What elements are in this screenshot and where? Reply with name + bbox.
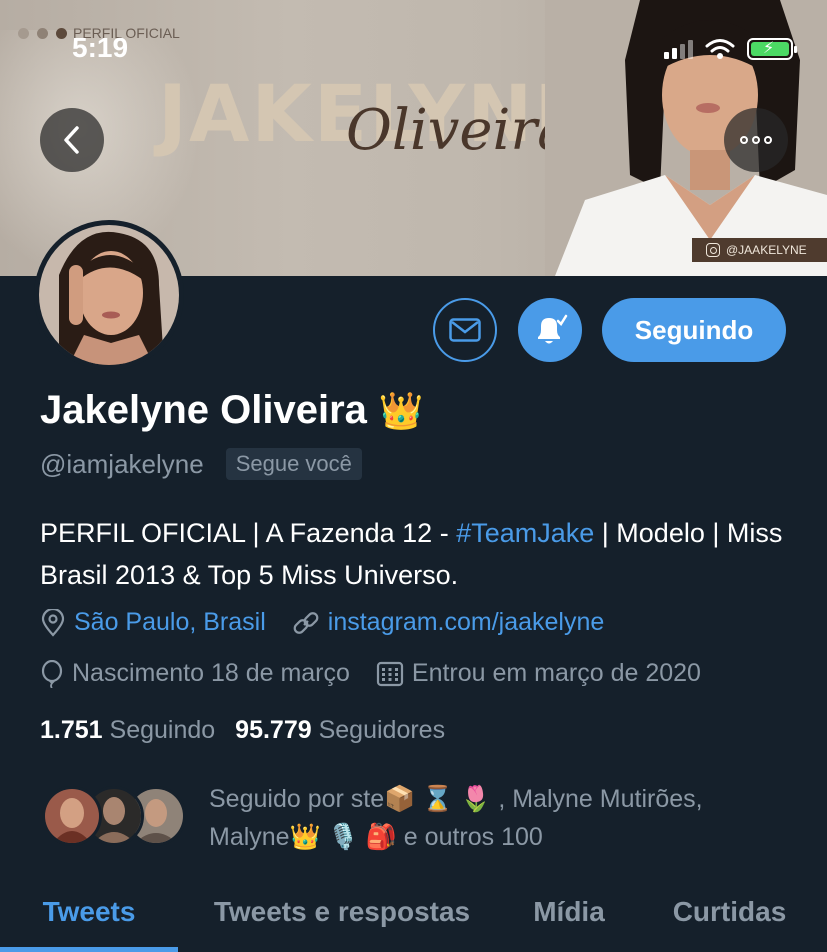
followers-count-link[interactable]: 95.779 Seguidores — [235, 716, 445, 745]
wifi-icon — [705, 39, 735, 59]
instagram-icon — [706, 243, 720, 257]
banner-script-name: Oliveira — [346, 98, 571, 163]
message-button[interactable] — [433, 298, 497, 362]
profile-meta-dates: Nascimento 18 de março Entrou em março d… — [40, 659, 727, 688]
status-time: 5:19 — [72, 32, 129, 63]
following-button[interactable]: Seguindo — [602, 298, 786, 362]
follows-you-badge: Segue você — [225, 448, 362, 480]
birthday: Nascimento 18 de março — [40, 659, 350, 688]
location: São Paulo, Brasil — [40, 608, 266, 637]
banner-dots — [18, 27, 67, 39]
crown-emoji: 👑 — [378, 389, 424, 431]
tab-tweets-and-replies[interactable]: Tweets e respostas — [178, 872, 506, 952]
following-count-link[interactable]: 1.751 Seguindo — [40, 716, 215, 745]
follow-counts: 1.751 Seguindo 95.779 Seguidores — [40, 716, 445, 745]
location-pin-icon — [41, 608, 65, 637]
followed-by-text: Seguido por ste📦 ⌛ 🌷 , Malyne Mutirões, … — [209, 785, 703, 851]
link-icon — [293, 611, 319, 634]
battery-icon: ⚡ — [747, 38, 797, 60]
tab-likes[interactable]: Curtidas — [632, 872, 827, 952]
avatar-image — [39, 225, 179, 365]
mutual-avatars — [42, 780, 187, 846]
status-indicators: ⚡ — [664, 38, 797, 60]
calendar-icon — [376, 661, 404, 686]
website-link[interactable]: instagram.com/jaakelyne — [292, 608, 604, 637]
instagram-tag: @JAAKELYNE — [692, 238, 827, 262]
tab-media[interactable]: Mídia — [506, 872, 632, 952]
chevron-left-icon — [64, 126, 79, 154]
back-button[interactable] — [40, 108, 104, 172]
more-options-button[interactable] — [724, 108, 788, 172]
balloon-icon — [41, 659, 63, 688]
cellular-signal-icon — [664, 39, 693, 59]
mutual-avatar — [42, 786, 102, 846]
profile-handle: @iamjakelyne — [40, 448, 204, 479]
profile-bio: PERFIL OFICIAL | A Fazenda 12 - #TeamJak… — [40, 518, 783, 590]
joined-date: Entrou em março de 2020 — [376, 659, 701, 688]
charging-bolt-icon: ⚡ — [763, 40, 775, 57]
profile-meta-location-website: São Paulo, Brasil instagram.com/jaakelyn… — [40, 608, 630, 637]
tab-tweets[interactable]: Tweets — [0, 872, 178, 952]
followed-by[interactable]: Seguido por ste📦 ⌛ 🌷 , Malyne Mutirões, … — [42, 780, 769, 856]
avatar[interactable] — [34, 220, 184, 370]
notifications-button[interactable] — [518, 298, 582, 362]
bell-check-icon — [538, 314, 568, 344]
envelope-icon — [449, 318, 481, 342]
profile-name: Jakelyne Oliveira 👑 — [40, 388, 424, 432]
hashtag-link[interactable]: #TeamJake — [456, 518, 594, 548]
handle-row: @iamjakelyne Segue você — [40, 448, 362, 480]
profile-tabs: Tweets Tweets e respostas Mídia Curtidas — [0, 872, 827, 952]
more-dots-icon — [740, 136, 772, 144]
